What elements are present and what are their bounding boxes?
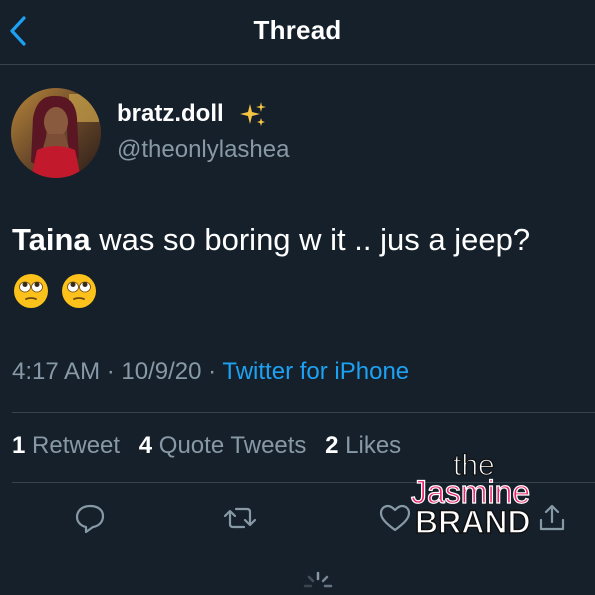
loading-spinner-icon: [303, 571, 333, 588]
divider: [12, 412, 595, 413]
likes-label: Likes: [345, 432, 402, 459]
face-with-rolling-eyes-icon: [62, 274, 96, 308]
sparkles-icon: [240, 102, 266, 126]
tweet-mention-word: Taina: [12, 222, 91, 257]
retweet-icon: [223, 507, 257, 529]
reply-button[interactable]: [72, 500, 108, 536]
tweet-date: 10/9/20: [121, 358, 202, 385]
quote-tweets-label: Quote Tweets: [158, 432, 307, 459]
author-handle[interactable]: @theonlylashea: [117, 136, 289, 164]
reply-icon: [75, 504, 105, 534]
likes-stat[interactable]: 2 Likes: [325, 432, 401, 459]
avatar[interactable]: [11, 88, 101, 178]
retweet-button[interactable]: [222, 500, 258, 536]
tweet-stats: 1 Retweet 4 Quote Tweets 2 Likes: [12, 432, 413, 460]
retweets-stat[interactable]: 1 Retweet: [12, 432, 120, 459]
tweet-text: Taina was so boring w it .. jus a jeep?: [12, 220, 592, 260]
profile-photo-icon: [11, 88, 101, 178]
tweet-time: 4:17 AM: [12, 358, 101, 385]
tweet-body: was so boring w it .. jus a jeep?: [90, 222, 531, 257]
watermark-logo: the Jasmine BRAND: [410, 448, 531, 540]
tweet-source-link[interactable]: Twitter for iPhone: [222, 358, 409, 385]
retweets-label: Retweet: [32, 432, 121, 459]
retweets-count: 1: [12, 432, 26, 459]
meta-separator: ·: [208, 358, 217, 385]
tweet-meta: 4:17 AM · 10/9/20 · Twitter for iPhone: [12, 358, 409, 386]
quote-tweets-count: 4: [138, 432, 153, 459]
header-bar: Thread: [0, 0, 595, 65]
likes-count: 2: [325, 432, 339, 459]
meta-separator: ·: [106, 358, 115, 385]
author-display-name[interactable]: bratz.doll: [117, 100, 224, 128]
watermark-line-3: BRAND: [415, 504, 531, 540]
page-title: Thread: [253, 15, 342, 45]
face-with-rolling-eyes-icon: [14, 274, 48, 308]
quote-tweets-stat[interactable]: 4 Quote Tweets: [139, 432, 307, 459]
thread-screen: Thread bratz.doll @theonlylashea Taina w…: [0, 0, 595, 595]
